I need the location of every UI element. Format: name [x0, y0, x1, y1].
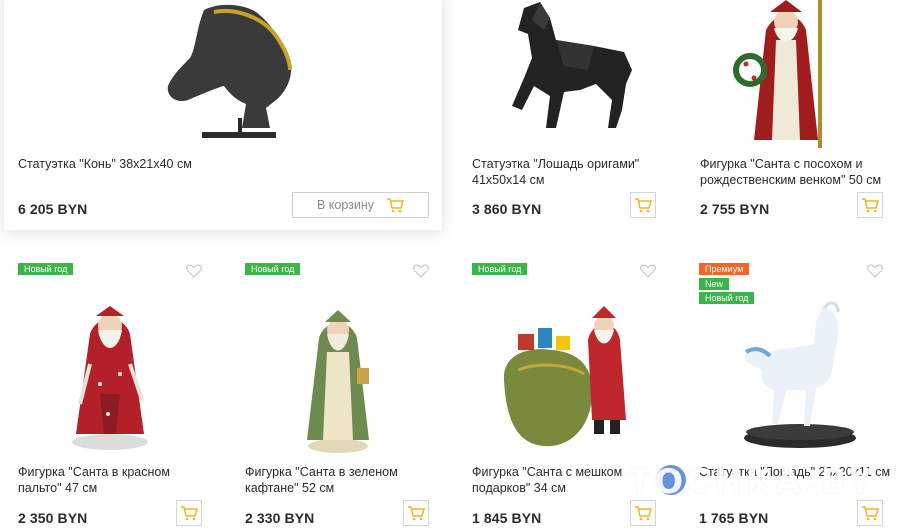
favorite-heart-icon[interactable]	[413, 264, 429, 278]
product-image[interactable]	[726, 0, 846, 150]
cart-icon	[408, 506, 425, 521]
watermark: TOCHKA.BY	[628, 462, 876, 502]
badge-new-year: Новый год	[18, 263, 74, 275]
product-image[interactable]	[60, 304, 160, 454]
product-price: 3 860 BYN	[472, 201, 542, 217]
cart-icon	[862, 198, 879, 213]
product-image[interactable]	[293, 308, 383, 458]
favorite-heart-icon[interactable]	[186, 264, 202, 278]
product-image[interactable]	[484, 0, 644, 150]
product-card[interactable]: Статуэтка "Конь" 38x21x40 см 6 205 BYN В…	[4, 0, 442, 230]
product-card[interactable]: Фигурка "Санта с посохом и рождественски…	[686, 0, 898, 230]
favorite-heart-icon[interactable]	[867, 264, 883, 278]
cart-icon	[635, 506, 652, 521]
add-to-cart-button[interactable]	[403, 500, 429, 526]
product-title[interactable]: Фигурка "Санта с мешком подарков" 34 см	[472, 464, 642, 496]
add-to-cart-button[interactable]: В корзину	[292, 192, 429, 218]
product-image[interactable]	[730, 300, 860, 450]
cart-icon	[387, 198, 405, 213]
product-card[interactable]: Новый год Фигурка "Санта в зеленом кафта…	[231, 254, 443, 532]
cart-icon	[862, 506, 879, 521]
badge-new-year: Новый год	[472, 263, 528, 275]
add-to-cart-button[interactable]	[857, 192, 883, 218]
add-to-cart-label: В корзину	[316, 198, 375, 212]
add-to-cart-button[interactable]	[176, 500, 202, 526]
add-to-cart-button[interactable]	[630, 192, 656, 218]
product-title[interactable]: Фигурка "Санта с посохом и рождественски…	[700, 156, 890, 188]
product-price: 2 330 BYN	[245, 510, 315, 526]
product-card[interactable]: Новый год Фигурка "Санта в красном пальт…	[4, 254, 216, 532]
product-card[interactable]: Статуэтка "Лошадь оригами" 41x50x14 см 3…	[458, 0, 670, 230]
product-image[interactable]	[498, 300, 638, 450]
product-price: 1 845 BYN	[472, 510, 542, 526]
product-title[interactable]: Фигурка "Санта в красном пальто" 47 см	[18, 464, 198, 496]
product-title[interactable]: Фигурка "Санта в зеленом кафтане" 52 см	[245, 464, 425, 496]
add-to-cart-button[interactable]	[857, 500, 883, 526]
product-title[interactable]: Статуэтка "Конь" 38x21x40 см	[18, 156, 418, 172]
cart-icon	[181, 506, 198, 521]
badge-new-year: Новый год	[245, 263, 301, 275]
cart-icon	[635, 198, 652, 213]
product-price: 2 350 BYN	[18, 510, 88, 526]
badge-premium: Премиум	[699, 263, 750, 275]
badge-new: New	[699, 278, 730, 290]
favorite-heart-icon[interactable]	[640, 264, 656, 278]
product-title[interactable]: Статуэтка "Лошадь оригами" 41x50x14 см	[472, 156, 652, 188]
product-price: 6 205 BYN	[18, 201, 88, 217]
product-price: 2 755 BYN	[700, 201, 770, 217]
add-to-cart-button[interactable]	[630, 500, 656, 526]
product-price: 1 765 BYN	[699, 510, 769, 526]
product-image[interactable]	[144, 0, 314, 150]
